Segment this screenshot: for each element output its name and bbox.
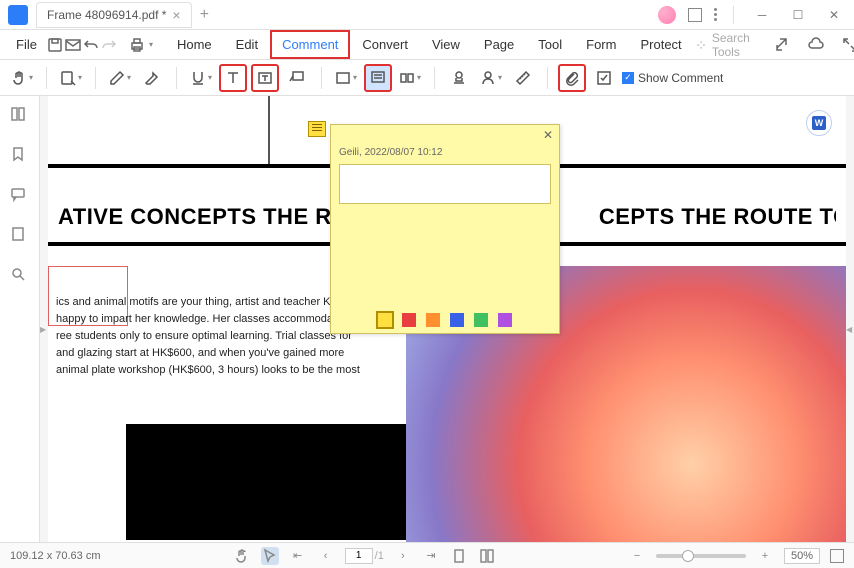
expand-right-handle[interactable]: ◀: [846, 319, 854, 339]
left-sidebar: [0, 96, 40, 542]
undo-icon[interactable]: [83, 33, 99, 57]
comment-toolbar: ▾ ▾ ▾ ▾ ▾ ▾ ▾ ✓ Show Comment: [0, 60, 854, 96]
menu-tab-tool[interactable]: Tool: [526, 30, 574, 59]
menu-tab-protect[interactable]: Protect: [628, 30, 693, 59]
file-menu[interactable]: File: [8, 33, 45, 56]
print-icon[interactable]: [129, 33, 145, 57]
page-number-input[interactable]: /1: [345, 548, 384, 564]
more-menu-icon[interactable]: [714, 8, 717, 21]
attachment-tool-button[interactable]: [558, 64, 586, 92]
statusbar: 109.12 x 70.63 cm ⇤ ‹ /1 › ⇥ − + 50%: [0, 542, 854, 568]
menubar: File ▾ HomeEditCommentConvertViewPageToo…: [0, 30, 854, 60]
page-total: /1: [375, 550, 384, 562]
bookmark-icon[interactable]: [10, 146, 30, 166]
sticky-note-popup: ✕ Geili, 2022/08/07 10:12: [330, 124, 560, 334]
document-image-1: [126, 424, 406, 540]
zoom-out-button[interactable]: −: [628, 547, 646, 565]
hand-tool-button[interactable]: ▾: [8, 64, 36, 92]
sticky-note-marker[interactable]: [308, 121, 326, 137]
note-tool-button[interactable]: [364, 64, 392, 92]
sparkle-icon: [696, 37, 706, 53]
next-page-button[interactable]: ›: [394, 547, 412, 565]
select-tool-button[interactable]: ▾: [57, 64, 85, 92]
last-page-button[interactable]: ⇥: [422, 547, 440, 565]
menu-tab-edit[interactable]: Edit: [224, 30, 270, 59]
text-tool-button[interactable]: [219, 64, 247, 92]
fit-width-icon[interactable]: [478, 547, 496, 565]
titlebar: Frame 48096914.pdf * × + ─ ☐ ✕: [0, 0, 854, 30]
prev-page-button[interactable]: ‹: [317, 547, 335, 565]
color-swatch[interactable]: [378, 313, 392, 327]
color-swatch[interactable]: [498, 313, 512, 327]
show-comment-toggle[interactable]: ✓ Show Comment: [622, 71, 723, 85]
document-tab[interactable]: Frame 48096914.pdf * ×: [36, 2, 192, 28]
cloud-icon[interactable]: [804, 33, 828, 57]
sticky-text-input[interactable]: [339, 164, 551, 204]
close-tab-icon[interactable]: ×: [172, 7, 180, 23]
stamp-tool-button[interactable]: [445, 64, 473, 92]
save-icon[interactable]: [47, 33, 63, 57]
document-canvas[interactable]: ▶ ATIVE CONCEPTS THE ROU CEPTS THE ROUTE…: [40, 96, 854, 542]
hand-mode-icon[interactable]: [233, 547, 251, 565]
thumbnails-icon[interactable]: [10, 106, 30, 126]
menu-tab-form[interactable]: Form: [574, 30, 628, 59]
area-tool-button[interactable]: ▾: [396, 64, 424, 92]
callout-tool-button[interactable]: [283, 64, 311, 92]
text-box-tool-button[interactable]: [251, 64, 279, 92]
export-word-badge[interactable]: W: [806, 110, 832, 136]
menu-tab-home[interactable]: Home: [165, 30, 224, 59]
comments-panel-icon[interactable]: [10, 186, 30, 206]
zoom-value[interactable]: 50%: [784, 548, 820, 564]
search-panel-icon[interactable]: [10, 266, 30, 286]
document-body-text: ics and animal motifs are your thing, ar…: [56, 294, 366, 379]
fit-page-icon[interactable]: [450, 547, 468, 565]
account-orb-icon[interactable]: [658, 6, 676, 24]
search-tools[interactable]: Search Tools: [696, 31, 756, 59]
menu-tab-page[interactable]: Page: [472, 30, 526, 59]
color-swatch[interactable]: [474, 313, 488, 327]
app-logo-icon: [8, 5, 28, 25]
checklist-tool-button[interactable]: [590, 64, 618, 92]
sticky-author: Geili,: [339, 147, 362, 158]
expand-icon[interactable]: [838, 33, 854, 57]
sticky-close-button[interactable]: ✕: [543, 128, 553, 142]
pencil-tool-button[interactable]: ▾: [106, 64, 134, 92]
underline-tool-button[interactable]: ▾: [187, 64, 215, 92]
menu-tab-view[interactable]: View: [420, 30, 472, 59]
share-icon[interactable]: [770, 33, 794, 57]
minimize-button[interactable]: ─: [750, 3, 774, 27]
eraser-tool-button[interactable]: [138, 64, 166, 92]
app-action-icon[interactable]: [688, 8, 702, 22]
add-tab-button[interactable]: +: [200, 6, 209, 24]
zoom-in-button[interactable]: +: [756, 547, 774, 565]
select-mode-icon[interactable]: [261, 547, 279, 565]
sticky-timestamp: 2022/08/07 10:12: [365, 147, 443, 158]
page-dimensions: 109.12 x 70.63 cm: [10, 550, 101, 562]
page-current-field[interactable]: [345, 548, 373, 564]
color-swatch[interactable]: [426, 313, 440, 327]
signature-tool-button[interactable]: ▾: [477, 64, 505, 92]
attachments-panel-icon[interactable]: [10, 226, 30, 246]
color-swatch[interactable]: [450, 313, 464, 327]
checkbox-checked-icon: ✓: [622, 72, 634, 84]
close-window-button[interactable]: ✕: [822, 3, 846, 27]
search-placeholder: Search Tools: [712, 31, 756, 59]
first-page-button[interactable]: ⇤: [289, 547, 307, 565]
redo-icon[interactable]: [101, 33, 117, 57]
maximize-button[interactable]: ☐: [786, 3, 810, 27]
view-mode-icon[interactable]: [830, 549, 844, 563]
zoom-slider[interactable]: [656, 554, 746, 558]
show-comment-label: Show Comment: [638, 71, 723, 85]
measure-tool-button[interactable]: [509, 64, 537, 92]
menu-tab-comment[interactable]: Comment: [270, 30, 350, 59]
sticky-color-picker: [331, 313, 559, 327]
menu-tab-convert[interactable]: Convert: [350, 30, 420, 59]
print-dropdown[interactable]: ▾: [147, 40, 153, 49]
expand-left-handle[interactable]: ▶: [40, 319, 48, 339]
rectangle-tool-button[interactable]: ▾: [332, 64, 360, 92]
mail-icon[interactable]: [65, 33, 81, 57]
color-swatch[interactable]: [402, 313, 416, 327]
tab-filename: Frame 48096914.pdf *: [47, 8, 166, 22]
